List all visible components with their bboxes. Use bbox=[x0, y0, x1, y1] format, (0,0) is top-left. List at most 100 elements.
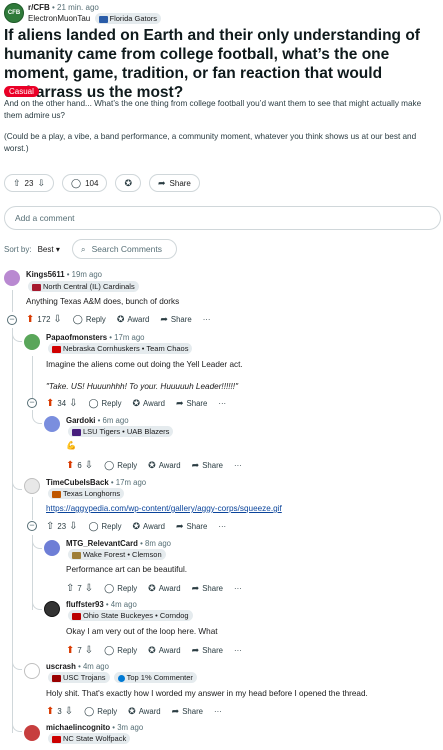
more-options-button[interactable]: ··· bbox=[218, 522, 226, 531]
avatar[interactable] bbox=[44, 601, 60, 617]
upvote-icon[interactable]: ⬆ bbox=[26, 314, 34, 325]
post-flair[interactable]: Casual bbox=[4, 86, 39, 97]
comment-author[interactable]: uscrash • 4m ago bbox=[46, 662, 109, 671]
comment-author[interactable]: TimeCubeIsBack • 17m ago bbox=[46, 478, 146, 487]
post-actions: ⇧ 23 ⇩ ◯ 104 ✪ ➦ Share bbox=[4, 174, 200, 194]
more-options-button[interactable]: ··· bbox=[234, 461, 242, 470]
downvote-icon[interactable]: ⇩ bbox=[69, 398, 77, 409]
more-options-button[interactable]: ··· bbox=[203, 315, 211, 324]
avatar[interactable] bbox=[24, 478, 40, 494]
share-button[interactable]: ➦ Share bbox=[176, 398, 207, 409]
award-icon: ✪ bbox=[124, 177, 132, 188]
share-button[interactable]: ➦ Share bbox=[176, 521, 207, 532]
award-button[interactable]: ✪ Award bbox=[128, 706, 161, 717]
collapse-thread-button[interactable]: − bbox=[27, 398, 37, 408]
user-flair: Wake Forest • Clemson bbox=[66, 549, 166, 560]
more-options-button[interactable]: ··· bbox=[234, 584, 242, 593]
share-button[interactable]: ➦ Share bbox=[192, 460, 223, 471]
post-title[interactable]: If aliens landed on Earth and their only… bbox=[4, 26, 436, 102]
upvote-icon[interactable]: ⬆ bbox=[46, 398, 54, 409]
downvote-icon[interactable]: ⇩ bbox=[69, 521, 77, 532]
award-button[interactable]: ✪ Award bbox=[148, 583, 181, 594]
sort-dropdown[interactable]: Best ▾ bbox=[38, 245, 60, 254]
more-options-button[interactable]: ··· bbox=[218, 399, 226, 408]
downvote-icon[interactable]: ⇩ bbox=[85, 645, 93, 656]
reply-button[interactable]: ◯ Reply bbox=[104, 583, 137, 594]
reply-button[interactable]: ◯ Reply bbox=[88, 398, 121, 409]
share-button[interactable]: ➦ Share bbox=[148, 174, 200, 192]
share-label: Share bbox=[169, 178, 191, 188]
upvote-icon[interactable]: ⇧ bbox=[13, 178, 21, 189]
author-flair: Florida Gators bbox=[94, 13, 162, 24]
post-author-line: ElectronMuonTau Florida Gators bbox=[28, 13, 162, 24]
upvote-icon[interactable]: ⇧ bbox=[46, 521, 54, 532]
user-flair: NC State Wolfpack bbox=[46, 733, 131, 744]
comment-actions: ⬆ 172 ⇩ ◯ Reply ✪ Award ➦ Share ··· bbox=[26, 314, 210, 325]
vote-count: 172 bbox=[37, 315, 51, 324]
upvote-icon[interactable]: ⬆ bbox=[66, 645, 74, 656]
reply-icon: ◯ bbox=[104, 645, 115, 655]
award-button[interactable]: ✪ Award bbox=[132, 521, 165, 532]
share-button[interactable]: ➦ Share bbox=[160, 314, 191, 325]
share-icon: ➦ bbox=[176, 521, 184, 531]
share-icon: ➦ bbox=[191, 583, 200, 593]
upvote-icon[interactable]: ⇧ bbox=[66, 583, 74, 594]
downvote-icon[interactable]: ⇩ bbox=[85, 460, 93, 471]
comment-text: Okay I am very out of the loop here. Wha… bbox=[66, 627, 218, 636]
post-author[interactable]: ElectronMuonTau bbox=[28, 14, 90, 23]
avatar[interactable] bbox=[4, 270, 20, 286]
award-icon: ✪ bbox=[148, 645, 156, 655]
downvote-icon[interactable]: ⇩ bbox=[37, 178, 45, 189]
award-button[interactable]: ✪ Award bbox=[117, 314, 150, 325]
award-button[interactable]: ✪ Award bbox=[148, 460, 181, 471]
downvote-icon[interactable]: ⇩ bbox=[85, 583, 93, 594]
share-icon: ➦ bbox=[157, 177, 166, 188]
more-options-button[interactable]: ··· bbox=[214, 707, 222, 716]
avatar[interactable] bbox=[24, 334, 40, 350]
award-button[interactable]: ✪ Award bbox=[132, 398, 165, 409]
add-comment-input[interactable]: Add a comment bbox=[4, 206, 441, 230]
collapse-thread-button[interactable]: − bbox=[27, 521, 37, 531]
avatar[interactable] bbox=[44, 416, 60, 432]
upvote-icon[interactable]: ⬆ bbox=[46, 706, 54, 717]
subreddit-avatar[interactable]: CFB bbox=[4, 3, 24, 23]
comment-text: "Take. US! Huuunhhh! To your. Huuuuuh Le… bbox=[46, 382, 238, 391]
share-button[interactable]: ➦ Share bbox=[192, 645, 223, 656]
downvote-icon[interactable]: ⇩ bbox=[65, 706, 73, 717]
sort-row: Sort by: Best ▾ ⌕ Search Comments bbox=[4, 239, 177, 259]
reply-button[interactable]: ◯ Reply bbox=[88, 521, 121, 532]
upvote-icon[interactable]: ⬆ bbox=[66, 460, 74, 471]
comments-count: 104 bbox=[85, 178, 99, 188]
comment-author[interactable]: Gardoki • 6m ago bbox=[66, 416, 129, 425]
comment-author[interactable]: Papaofmonsters • 17m ago bbox=[46, 333, 145, 342]
vote-count: 23 bbox=[57, 522, 67, 531]
avatar[interactable] bbox=[44, 540, 60, 556]
comment-author[interactable]: MTG_RelevantCard • 8m ago bbox=[66, 539, 171, 548]
comment-author[interactable]: fluffster93 • 4m ago bbox=[66, 600, 137, 609]
avatar[interactable] bbox=[24, 725, 40, 741]
share-button[interactable]: ➦ Share bbox=[172, 706, 203, 717]
share-icon: ➦ bbox=[191, 645, 200, 655]
user-flair: North Central (IL) Cardinals bbox=[26, 281, 139, 292]
search-comments-input[interactable]: ⌕ Search Comments bbox=[71, 239, 177, 259]
reply-button[interactable]: ◯ Reply bbox=[73, 314, 106, 325]
award-button[interactable]: ✪ Award bbox=[148, 645, 181, 656]
downvote-icon[interactable]: ⇩ bbox=[53, 314, 61, 325]
subreddit-name[interactable]: r/CFB bbox=[28, 3, 50, 12]
vote-control: ⇧ 23 ⇩ bbox=[4, 174, 54, 192]
more-options-button[interactable]: ··· bbox=[234, 646, 242, 655]
vote-count: 7 bbox=[77, 584, 82, 593]
collapse-thread-button[interactable]: − bbox=[7, 315, 17, 325]
comment-author[interactable]: michaelincognito • 3m ago bbox=[46, 723, 143, 732]
comment-author[interactable]: Kings5611 • 19m ago bbox=[26, 270, 102, 279]
reply-icon: ◯ bbox=[84, 706, 95, 716]
comments-button[interactable]: ◯ 104 bbox=[62, 174, 108, 192]
post-meta: r/CFB • 21 min. ago bbox=[28, 3, 99, 12]
share-button[interactable]: ➦ Share bbox=[192, 583, 223, 594]
comment-link[interactable]: https://aggypedia.com/wp-content/gallery… bbox=[46, 504, 282, 513]
reply-button[interactable]: ◯ Reply bbox=[84, 706, 117, 717]
award-button[interactable]: ✪ bbox=[115, 174, 141, 192]
reply-button[interactable]: ◯ Reply bbox=[104, 645, 137, 656]
reply-button[interactable]: ◯ Reply bbox=[104, 460, 137, 471]
avatar[interactable] bbox=[24, 663, 40, 679]
